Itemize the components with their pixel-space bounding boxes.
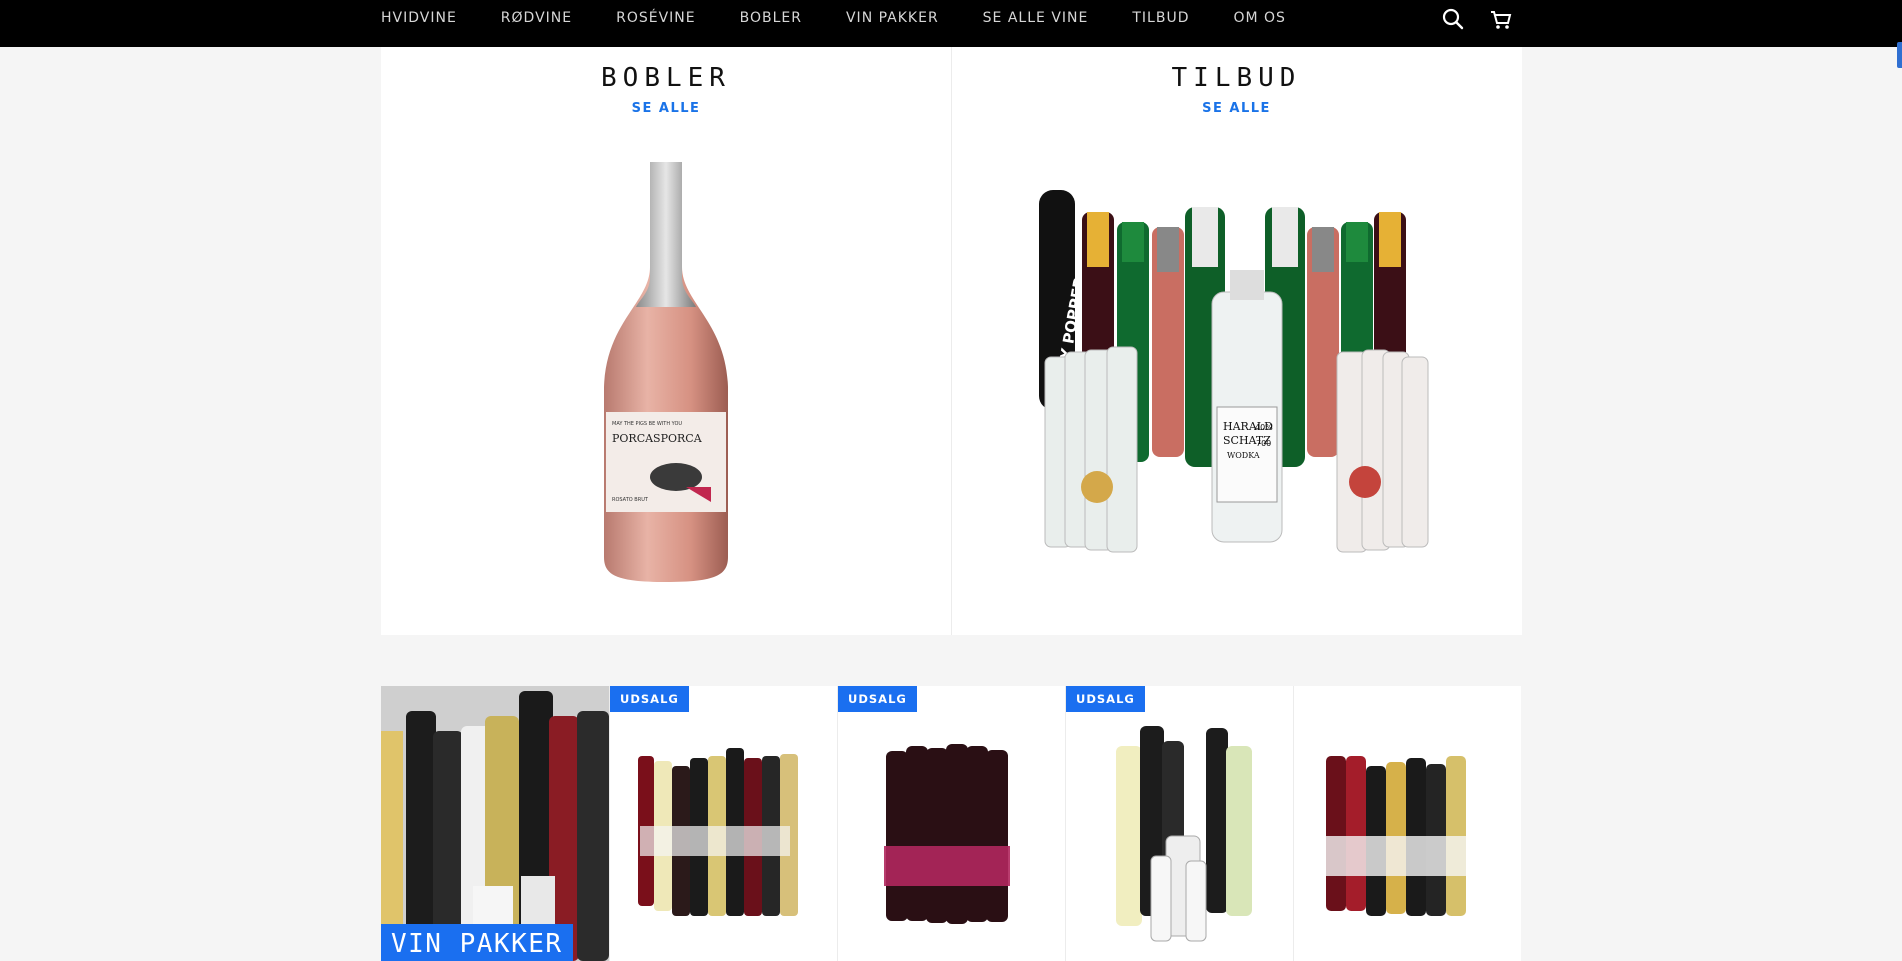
product-image bbox=[1116, 726, 1252, 942]
collection-title: TILBUD bbox=[1171, 63, 1302, 93]
product-card[interactable]: UDSALG bbox=[837, 686, 1065, 961]
nav-item-bobler[interactable]: BOBLER bbox=[740, 10, 802, 26]
nav-item-rosevine[interactable]: ROSÉVINE bbox=[616, 10, 696, 26]
wine-bottles-image bbox=[381, 691, 609, 961]
label-sub-text: ROSATO BRUT bbox=[612, 497, 649, 503]
collection-tilbud[interactable]: TILBUD SE ALLE PARTY POPPER SILVER HARAL… bbox=[951, 47, 1521, 635]
vin-pakker-label: VIN PAKKER bbox=[381, 924, 573, 961]
product-card[interactable]: UDSALG bbox=[1065, 686, 1293, 961]
bottle-bundle-image: PARTY POPPER SILVER HARALD SCHATZ WODKA … bbox=[1038, 190, 1428, 553]
collection-image[interactable]: MAY THE PIGS BE WITH YOU PORCASPORCA ROS… bbox=[381, 152, 951, 592]
nav-item-hvidvine[interactable]: HVIDVINE bbox=[381, 10, 457, 26]
label-name-text: PORCASPORCA bbox=[612, 432, 703, 445]
product-image bbox=[884, 744, 1010, 924]
product-card[interactable]: UDSALG bbox=[609, 686, 837, 961]
see-all-link[interactable]: SE ALLE bbox=[632, 101, 701, 116]
rose-bottle-image: MAY THE PIGS BE WITH YOU PORCASPORCA ROS… bbox=[604, 162, 728, 582]
product-grid: VIN PAKKER UDSALG UDSALG UDSALG bbox=[381, 686, 1522, 961]
main-nav: HVIDVINE RØDVINE ROSÉVINE BOBLER VIN PAK… bbox=[381, 0, 1286, 36]
bottle-text-wodka: WODKA bbox=[1227, 451, 1260, 460]
collection-bobler[interactable]: BOBLER SE ALLE MAY THE PIGS BE WITH YOU … bbox=[381, 47, 951, 635]
sale-badge: UDSALG bbox=[610, 686, 689, 712]
nav-item-om-os[interactable]: OM OS bbox=[1233, 10, 1285, 26]
bottle-volume: 700 bbox=[1256, 439, 1271, 448]
collection-image[interactable]: PARTY POPPER SILVER HARALD SCHATZ WODKA … bbox=[952, 152, 1521, 592]
header-icons bbox=[1440, 6, 1514, 32]
collection-title: BOBLER bbox=[601, 63, 731, 93]
nav-item-rodvine[interactable]: RØDVINE bbox=[501, 10, 572, 26]
label-top-text: MAY THE PIGS BE WITH YOU bbox=[612, 421, 682, 427]
featured-collections: BOBLER SE ALLE MAY THE PIGS BE WITH YOU … bbox=[381, 47, 1522, 635]
sale-badge: UDSALG bbox=[838, 686, 917, 712]
scroll-marker bbox=[1897, 42, 1902, 68]
sale-badge: UDSALG bbox=[1066, 686, 1145, 712]
cart-icon[interactable] bbox=[1488, 6, 1514, 32]
bottle-abv: 40% bbox=[1255, 423, 1273, 432]
product-image bbox=[638, 748, 798, 916]
product-card[interactable] bbox=[1293, 686, 1521, 961]
vin-pakker-collection-card[interactable]: VIN PAKKER bbox=[381, 686, 609, 961]
top-navigation-bar: HVIDVINE RØDVINE ROSÉVINE BOBLER VIN PAK… bbox=[0, 0, 1902, 47]
see-all-link[interactable]: SE ALLE bbox=[1202, 101, 1271, 116]
nav-item-vin-pakker[interactable]: VIN PAKKER bbox=[846, 10, 939, 26]
product-image bbox=[1326, 756, 1466, 916]
search-icon[interactable] bbox=[1440, 6, 1466, 32]
nav-item-tilbud[interactable]: TILBUD bbox=[1132, 10, 1189, 26]
nav-item-se-alle-vine[interactable]: SE ALLE VINE bbox=[983, 10, 1089, 26]
